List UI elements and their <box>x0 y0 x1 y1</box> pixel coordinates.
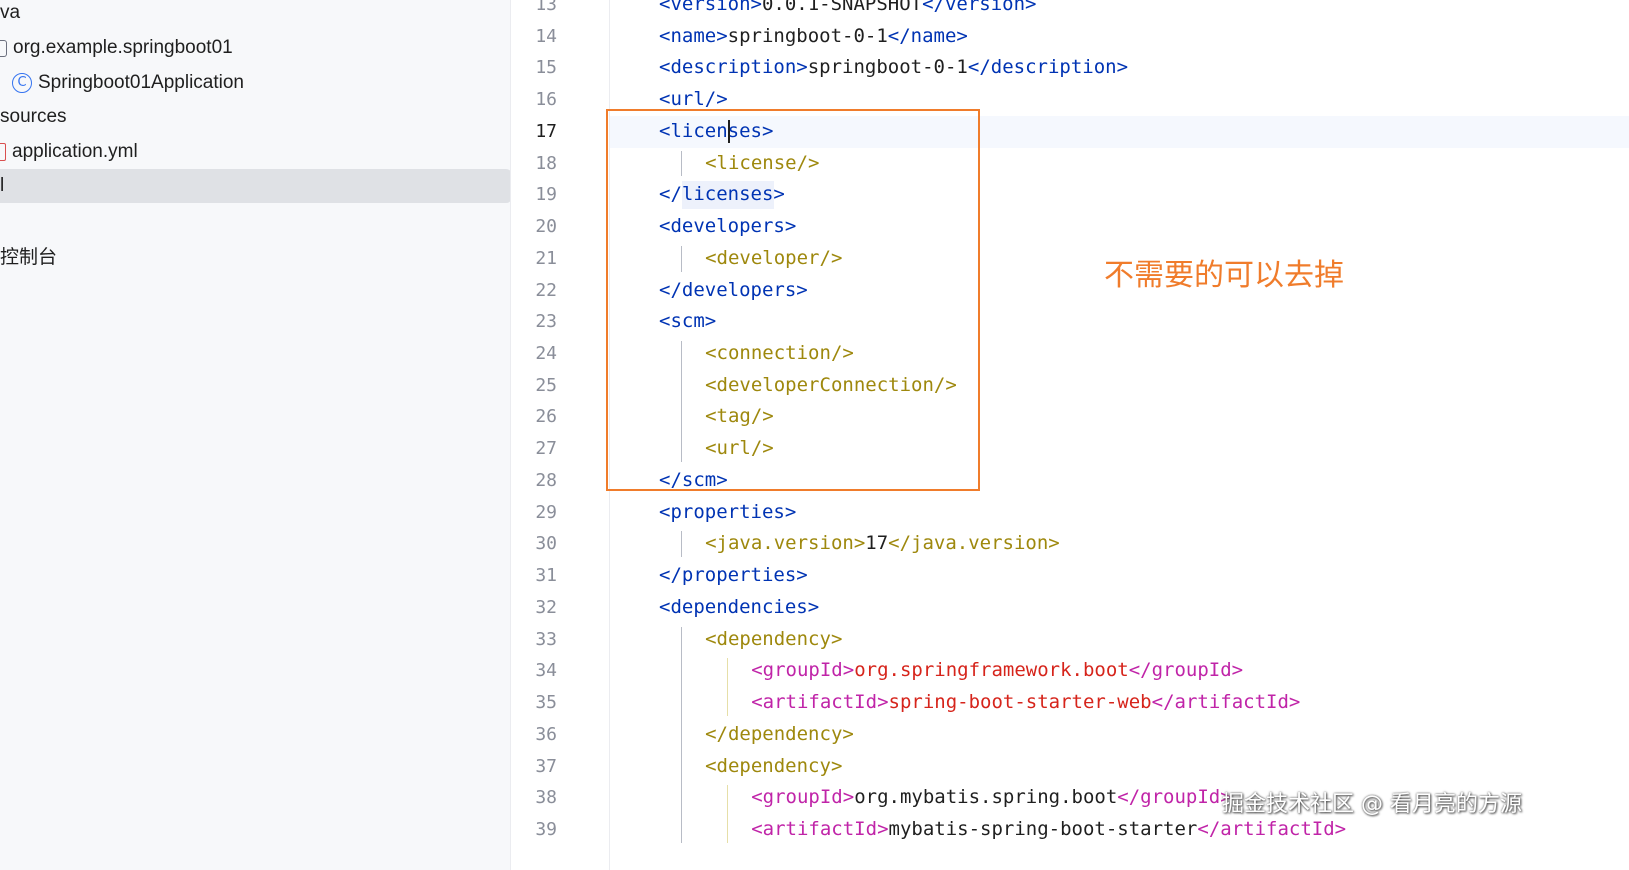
indent-guide <box>681 626 683 843</box>
code-token: </properties> <box>659 564 808 587</box>
yaml-file-icon <box>0 143 6 161</box>
line-number: 20 <box>535 216 557 238</box>
line-number: 17 <box>535 120 557 142</box>
code-line[interactable]: <artifactId>spring-boot-starter-web</art… <box>610 687 1629 719</box>
line-number: 37 <box>535 755 557 777</box>
tree-item-label: application.yml <box>12 141 138 162</box>
tree-item[interactable]: org.example.springboot01 <box>0 31 510 65</box>
tree-item[interactable]: va <box>0 0 510 30</box>
code-token: springboot-0-1 <box>727 24 888 47</box>
code-token: </version> <box>922 0 1037 15</box>
line-number-gutter: 13 14 15 16 17 18 19 20 21 22 23 24 25 26 27 28 29 30 31 32… <box>510 0 610 870</box>
code-line[interactable]: </properties> <box>610 560 1629 592</box>
indent-guide <box>727 658 729 716</box>
code-token: </artifactId> <box>1151 691 1301 714</box>
code-token: org.springframework.boot <box>854 659 1129 682</box>
tree-item[interactable]: sources <box>0 100 510 134</box>
code-token: <dependencies> <box>659 595 820 618</box>
tree-item[interactable]: C Springboot01Application <box>0 66 510 100</box>
indent-guide <box>681 531 683 558</box>
code-token: <version> <box>659 0 762 15</box>
code-line[interactable]: <groupId>org.springframework.boot</group… <box>610 655 1629 687</box>
code-line[interactable]: <version>0.0.1-SNAPSHOT</version> <box>610 0 1629 21</box>
tree-item-label: sources <box>0 106 67 127</box>
tree-item-label: Springboot01Application <box>38 72 244 93</box>
code-token: <dependency> <box>705 754 843 777</box>
code-token: 17 <box>865 532 889 555</box>
line-number: 39 <box>535 818 557 840</box>
code-token: springboot-0-1 <box>807 56 968 79</box>
code-line[interactable]: </dependency> <box>610 719 1629 751</box>
code-token: spring-boot-starter-web <box>888 691 1152 714</box>
code-token: <dependency> <box>705 627 843 650</box>
line-number: 38 <box>535 787 557 809</box>
annotation-note: 不需要的可以去掉 <box>1104 258 1344 293</box>
tree-item[interactable]: 控制台 <box>0 238 510 272</box>
code-line[interactable]: <properties> <box>610 497 1629 529</box>
code-line[interactable]: <description>springboot-0-1</description… <box>610 52 1629 84</box>
code-token: org.mybatis.spring.boot <box>854 786 1118 809</box>
code-line[interactable]: <dependencies> <box>610 592 1629 624</box>
code-token: 0.0.1-SNAPSHOT <box>761 0 923 15</box>
line-number: 31 <box>535 565 557 587</box>
line-number: 35 <box>535 692 557 714</box>
code-token: </description> <box>967 56 1129 79</box>
code-token: <url/> <box>659 88 728 111</box>
line-number: 13 <box>535 0 557 15</box>
code-token: <artifactId> <box>751 817 889 840</box>
code-token: </groupId> <box>1128 659 1244 682</box>
line-number: 36 <box>535 723 557 745</box>
line-number: 16 <box>535 89 557 111</box>
code-token: <description> <box>659 56 808 79</box>
line-number: 21 <box>535 247 557 269</box>
code-token: </artifactId> <box>1197 817 1347 840</box>
package-icon <box>0 39 7 57</box>
line-number: 27 <box>535 438 557 460</box>
code-line[interactable]: <name>springboot-0-1</name> <box>610 21 1629 53</box>
code-token: <groupId> <box>751 659 855 682</box>
tree-item-label: 控制台 <box>0 246 58 268</box>
tree-item-label: va <box>0 2 21 23</box>
code-token: </java.version> <box>888 532 1060 555</box>
code-line[interactable]: <java.version>17</java.version> <box>610 528 1629 560</box>
code-token: <java.version> <box>705 532 866 555</box>
tree-item[interactable]: application.yml <box>0 135 510 169</box>
code-token: <groupId> <box>751 786 855 809</box>
watermark: 掘金技术社区 @ 看月亮的方源 <box>1222 792 1522 817</box>
line-number: 34 <box>535 660 557 682</box>
indent-guide <box>727 785 729 843</box>
code-token: </groupId> <box>1117 786 1232 809</box>
code-token: <name> <box>659 24 728 47</box>
project-tree-panel: va org.example.springboot01 C Springboot01A… <box>0 0 510 870</box>
line-number: 19 <box>535 184 557 206</box>
code-token: </dependency> <box>705 722 854 745</box>
line-number: 30 <box>535 533 557 555</box>
line-number: 22 <box>535 279 557 301</box>
code-line[interactable]: <dependency> <box>610 751 1629 783</box>
code-token: <properties> <box>659 500 797 523</box>
line-number: 23 <box>535 311 557 333</box>
line-number: 24 <box>535 343 557 365</box>
tree-item-label: l <box>0 175 5 196</box>
annotation-highlight-box <box>606 109 980 491</box>
tree-item-label: org.example.springboot01 <box>13 37 233 58</box>
code-line[interactable]: <dependency> <box>610 624 1629 656</box>
line-number: 33 <box>535 628 557 650</box>
line-number: 32 <box>535 596 557 618</box>
line-number: 15 <box>535 57 557 79</box>
code-token: <artifactId> <box>751 691 889 714</box>
class-icon: C <box>12 73 32 93</box>
line-number: 29 <box>535 501 557 523</box>
code-token: </name> <box>887 24 968 47</box>
line-number: 14 <box>535 25 557 47</box>
code-token: mybatis-spring-boot-starter <box>888 817 1198 840</box>
line-number: 25 <box>535 374 557 396</box>
line-number: 26 <box>535 406 557 428</box>
line-number: 18 <box>535 152 557 174</box>
tree-item[interactable]: l <box>0 169 510 203</box>
code-line[interactable]: <artifactId>mybatis-spring-boot-starter<… <box>610 814 1629 846</box>
line-number: 28 <box>535 469 557 491</box>
